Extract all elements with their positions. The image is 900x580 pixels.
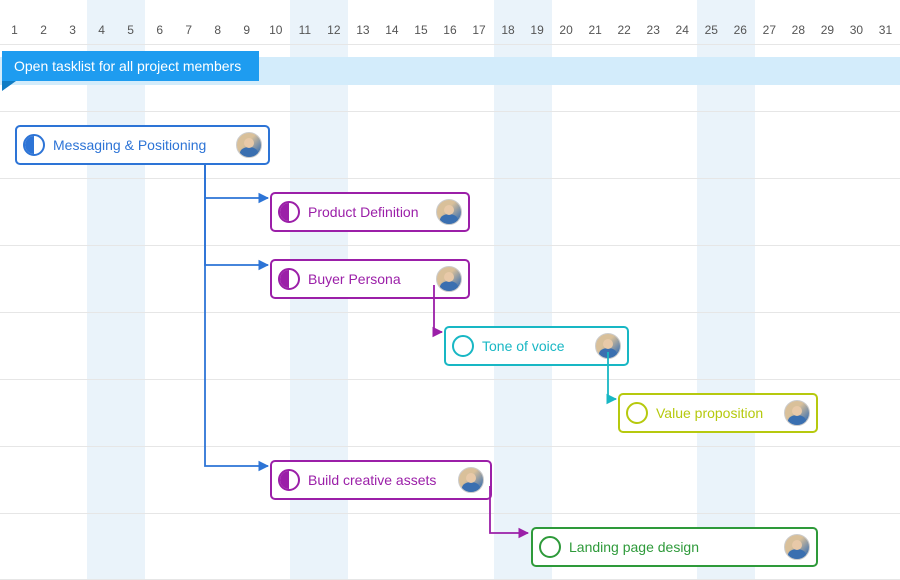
tasklist-header[interactable]: Open tasklist for all project members [2,51,259,81]
day-15: 15 [406,23,435,37]
day-18: 18 [494,23,523,37]
task-build-creative-assets[interactable]: Build creative assets [270,460,492,500]
day-19: 19 [523,23,552,37]
day-21: 21 [581,23,610,37]
avatar[interactable] [236,132,262,158]
day-14: 14 [377,23,406,37]
day-12: 12 [319,23,348,37]
day-16: 16 [435,23,464,37]
day-29: 29 [813,23,842,37]
row-5: Value proposition [0,379,900,446]
row-2: Product Definition [0,178,900,245]
day-10: 10 [261,23,290,37]
day-4: 4 [87,23,116,37]
row-7: Landing page design [0,513,900,580]
day-3: 3 [58,23,87,37]
status-icon [278,469,300,491]
avatar[interactable] [595,333,621,359]
task-label: Build creative assets [308,472,450,488]
task-value-proposition[interactable]: Value proposition [618,393,818,433]
status-icon [452,335,474,357]
day-31: 31 [871,23,900,37]
row-3: Buyer Persona [0,245,900,312]
timeline-ruler: 1234567891011121314151617181920212223242… [0,0,900,44]
day-26: 26 [726,23,755,37]
task-label: Value proposition [656,405,776,421]
tasklist-header-label: Open tasklist for all project members [14,58,241,74]
task-label: Landing page design [569,539,776,555]
avatar[interactable] [784,534,810,560]
day-23: 23 [639,23,668,37]
task-label: Tone of voice [482,338,587,354]
status-icon [626,402,648,424]
avatar[interactable] [436,199,462,225]
task-messaging[interactable]: Messaging & Positioning [15,125,270,165]
task-buyer-persona[interactable]: Buyer Persona [270,259,470,299]
day-6: 6 [145,23,174,37]
day-20: 20 [552,23,581,37]
row-1: Messaging & Positioning [0,111,900,178]
gantt-rows: Open tasklist for all project members Me… [0,44,900,580]
task-label: Buyer Persona [308,271,428,287]
day-8: 8 [203,23,232,37]
row-6: Build creative assets [0,446,900,513]
avatar[interactable] [458,467,484,493]
day-11: 11 [290,23,319,37]
task-tone-of-voice[interactable]: Tone of voice [444,326,629,366]
task-label: Product Definition [308,204,428,220]
day-22: 22 [610,23,639,37]
day-1: 1 [0,23,29,37]
day-2: 2 [29,23,58,37]
status-icon [278,268,300,290]
status-icon [278,201,300,223]
day-13: 13 [348,23,377,37]
avatar[interactable] [436,266,462,292]
day-27: 27 [755,23,784,37]
day-25: 25 [697,23,726,37]
day-28: 28 [784,23,813,37]
day-24: 24 [668,23,697,37]
day-9: 9 [232,23,261,37]
row-4: Tone of voice [0,312,900,379]
task-landing-page-design[interactable]: Landing page design [531,527,818,567]
day-7: 7 [174,23,203,37]
avatar[interactable] [784,400,810,426]
task-label: Messaging & Positioning [53,137,228,153]
row-header: Open tasklist for all project members [0,44,900,111]
status-icon [23,134,45,156]
status-icon [539,536,561,558]
day-30: 30 [842,23,871,37]
day-17: 17 [465,23,494,37]
task-product-definition[interactable]: Product Definition [270,192,470,232]
day-5: 5 [116,23,145,37]
